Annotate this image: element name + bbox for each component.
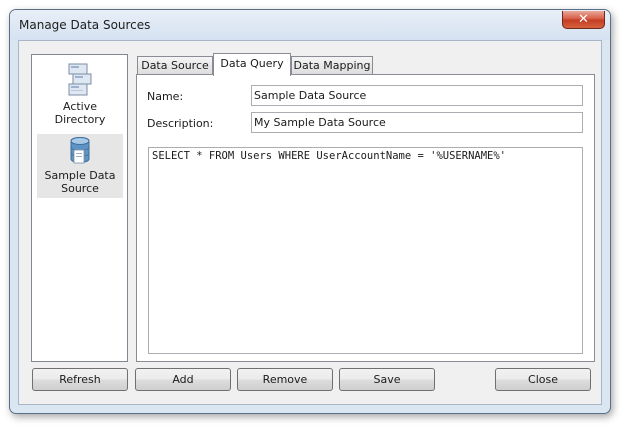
name-label: Name: xyxy=(147,90,184,103)
source-item-active-directory[interactable]: Active Directory xyxy=(37,61,123,128)
window-title: Manage Data Sources xyxy=(19,18,151,32)
tab-data-source[interactable]: Data Source xyxy=(137,56,213,75)
description-input[interactable] xyxy=(251,112,583,133)
database-icon xyxy=(70,137,90,164)
dialog-client-area: Active Directory Sample Data Source Data… xyxy=(18,40,602,405)
tab-data-query[interactable]: Data Query xyxy=(213,53,291,76)
title-bar[interactable]: Manage Data Sources ✕ xyxy=(10,10,610,40)
query-editor[interactable]: SELECT * FROM Users WHERE UserAccountNam… xyxy=(148,147,583,354)
save-button[interactable]: Save xyxy=(339,368,435,391)
source-item-label: Active Directory xyxy=(54,100,106,126)
remove-button[interactable]: Remove xyxy=(237,368,333,391)
close-button[interactable]: Close xyxy=(495,368,591,391)
data-query-panel: Name: Description: SELECT * FROM Users W… xyxy=(136,74,595,362)
name-input[interactable] xyxy=(251,85,583,106)
data-source-list[interactable]: Active Directory Sample Data Source xyxy=(31,54,128,362)
manage-data-sources-window: Manage Data Sources ✕ Active Directory S… xyxy=(9,9,611,414)
refresh-button[interactable]: Refresh xyxy=(32,368,128,391)
source-item-sample-data-source[interactable]: Sample Data Source xyxy=(37,134,123,198)
active-directory-icon xyxy=(68,63,92,96)
tab-data-mapping[interactable]: Data Mapping xyxy=(291,56,373,75)
add-button[interactable]: Add xyxy=(135,368,231,391)
source-item-label: Sample Data Source xyxy=(44,169,116,195)
description-label: Description: xyxy=(147,117,214,130)
window-close-button[interactable]: ✕ xyxy=(562,11,605,29)
close-icon: ✕ xyxy=(578,12,589,27)
